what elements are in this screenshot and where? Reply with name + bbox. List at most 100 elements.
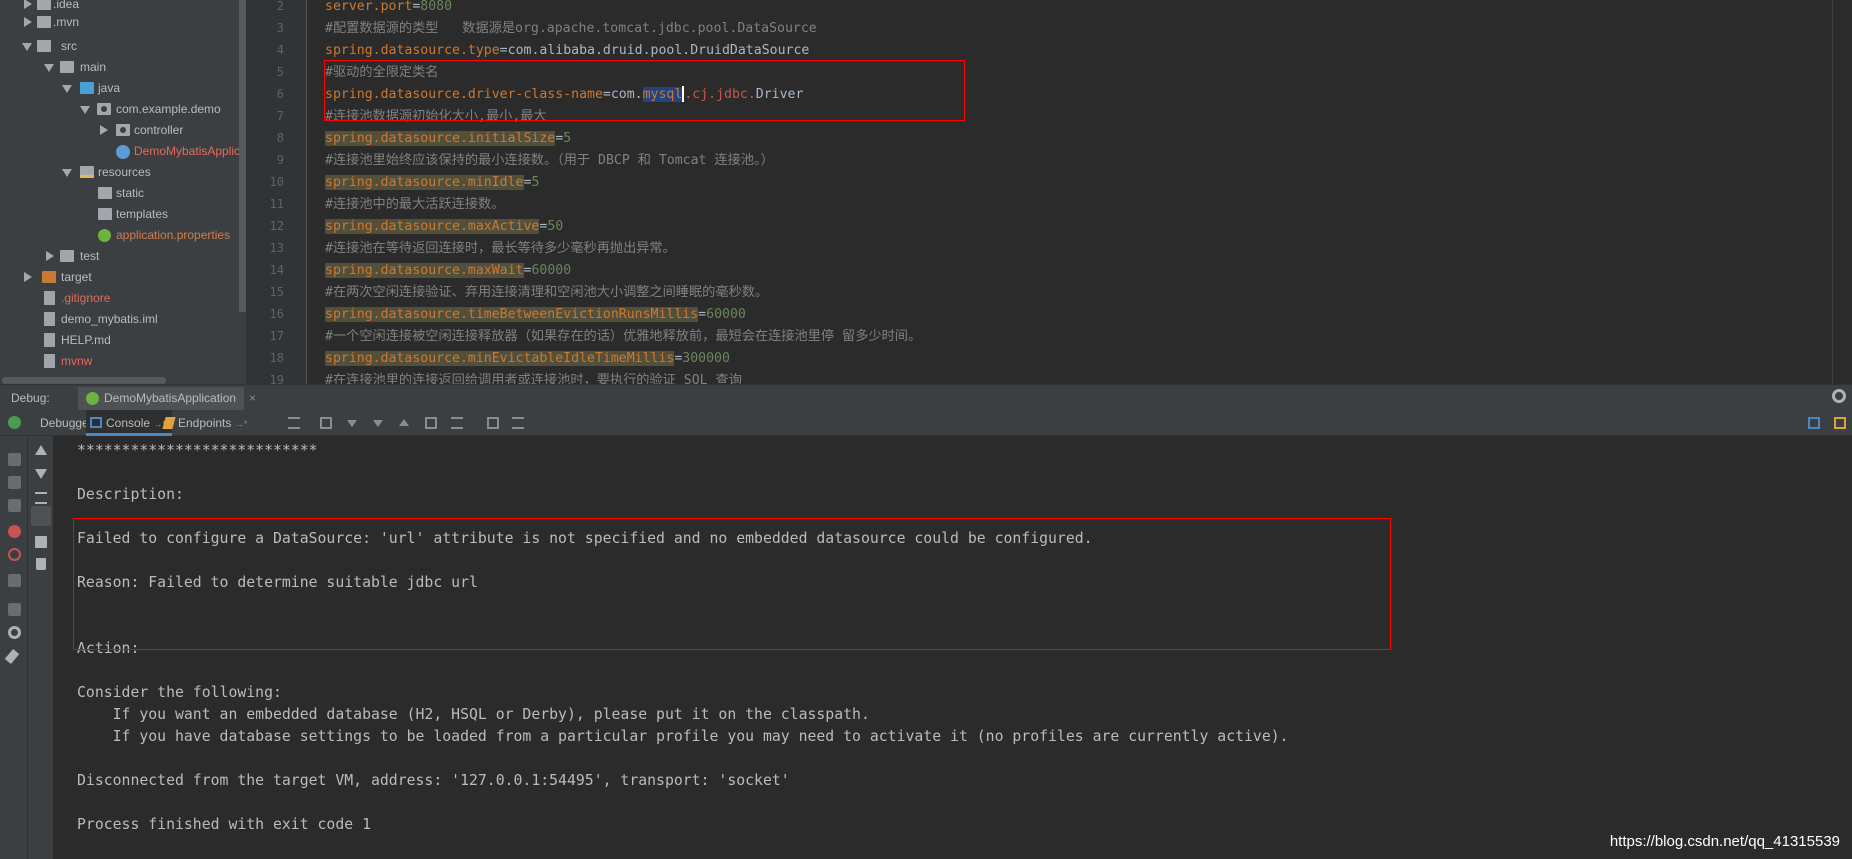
package-icon xyxy=(116,124,130,136)
tab-label: Console xyxy=(106,416,151,430)
console-action-strip xyxy=(28,436,54,859)
chevron-down-icon[interactable] xyxy=(22,43,32,51)
step-out-icon[interactable] xyxy=(399,419,409,426)
layout-icon[interactable] xyxy=(1808,417,1820,429)
chevron-down-icon[interactable] xyxy=(44,64,54,72)
view-breakpoints-icon[interactable] xyxy=(8,525,21,538)
chevron-right-icon[interactable] xyxy=(24,0,32,9)
tree-item-label: .gitignore xyxy=(61,291,111,305)
settings-gear-icon[interactable] xyxy=(8,626,21,639)
tab-console[interactable]: Console →* xyxy=(86,410,172,436)
stop-icon[interactable] xyxy=(8,499,21,512)
project-tree[interactable]: .idea .mvn src main java com.example.dem… xyxy=(0,0,246,384)
code-comment[interactable]: #配置数据源的类型 数据源是org.apache.tomcat.jdbc.poo… xyxy=(325,18,817,39)
code-editor[interactable]: server.port=8080 #配置数据源的类型 数据源是org.apach… xyxy=(307,0,1852,384)
chevron-right-icon[interactable] xyxy=(24,17,32,27)
code-line[interactable]: spring.datasource.minIdle=5 xyxy=(325,172,539,193)
code-comment[interactable]: #在连接池里的连接返回给调用者或连接池时，要执行的验证 SQL 查询 xyxy=(325,370,742,384)
tree-vertical-scrollbar[interactable] xyxy=(239,0,246,312)
property-value: 60000 xyxy=(706,307,746,322)
resume-icon[interactable] xyxy=(8,453,21,466)
code-line[interactable]: spring.datasource.minEvictableIdleTimeMi… xyxy=(325,348,730,369)
line-number: 17 xyxy=(269,329,284,343)
tree-item-label: controller xyxy=(134,123,184,137)
code-comment[interactable]: #连接池中的最大活跃连接数。 xyxy=(325,194,504,215)
property-key: spring.datasource.type xyxy=(325,43,500,58)
chevron-down-icon[interactable] xyxy=(62,85,72,93)
tree-item-java[interactable]: java xyxy=(0,78,246,99)
tree-item-target[interactable]: target xyxy=(0,267,246,288)
property-value: 5 xyxy=(563,131,572,146)
tab-endpoints[interactable]: Endpoints →* xyxy=(160,410,253,436)
trace-icon[interactable] xyxy=(512,417,524,429)
tree-item-mvnw[interactable]: mvnw xyxy=(0,351,246,372)
code-comment[interactable]: #连接池里始终应该保持的最小连接数。（用于 DBCP 和 Tomcat 连接池。… xyxy=(325,150,774,171)
tree-item-src[interactable]: src xyxy=(0,36,246,57)
code-line[interactable]: spring.datasource.timeBetweenEvictionRun… xyxy=(325,304,746,325)
tree-item-resources[interactable]: resources xyxy=(0,162,246,183)
code-comment[interactable]: #连接池在等待返回连接时，最长等待多少毫秒再抛出异常。 xyxy=(325,238,676,259)
chevron-down-icon[interactable] xyxy=(80,106,90,114)
tree-item-label: static xyxy=(116,186,145,200)
debug-bug-icon[interactable] xyxy=(8,416,21,429)
code-line[interactable]: spring.datasource.maxWait=60000 xyxy=(325,260,571,281)
chevron-right-icon[interactable] xyxy=(24,272,32,282)
tree-item-help[interactable]: HELP.md xyxy=(0,330,246,351)
mute-breakpoints-icon[interactable] xyxy=(8,548,21,561)
console-line: If you have database settings to be load… xyxy=(77,728,1289,745)
evaluate-expression-icon[interactable] xyxy=(487,417,499,429)
tree-item-mvn[interactable]: .mvn xyxy=(0,12,246,33)
property-key: spring.datasource.initialSize xyxy=(325,131,556,146)
tree-item-controller[interactable]: controller xyxy=(0,120,246,141)
code-line[interactable]: spring.datasource.type=com.alibaba.druid… xyxy=(325,40,809,61)
tree-item-main-class[interactable]: DemoMybatisApplic xyxy=(0,141,246,162)
pin-icon[interactable] xyxy=(4,648,20,665)
restore-layout-icon[interactable] xyxy=(1834,417,1846,429)
layout-settings-icon[interactable] xyxy=(8,603,21,616)
tree-item-label: DemoMybatisApplic xyxy=(134,144,241,158)
tree-item-application-properties[interactable]: application.properties xyxy=(0,225,246,246)
code-line[interactable]: server.port=8080 xyxy=(325,0,452,17)
chevron-right-icon[interactable] xyxy=(100,125,108,135)
tree-item-gitignore[interactable]: .gitignore xyxy=(0,288,246,309)
show-execution-point-icon[interactable] xyxy=(320,417,332,429)
folder-icon xyxy=(37,40,51,52)
print-icon[interactable] xyxy=(35,536,47,548)
code-comment[interactable]: #在两次空闲连接验证、弃用连接清理和空闲池大小调整之间睡眠的毫秒数。 xyxy=(325,282,768,303)
close-icon[interactable]: × xyxy=(249,387,256,409)
property-key: spring.datasource.timeBetweenEvictionRun… xyxy=(325,307,699,322)
tree-item-package[interactable]: com.example.demo xyxy=(0,99,246,120)
tree-item-static[interactable]: static xyxy=(0,183,246,204)
folder-icon xyxy=(37,0,51,10)
run-to-cursor-icon[interactable] xyxy=(451,417,463,429)
property-value: com.alibaba.druid.pool.DruidDataSource xyxy=(507,43,810,58)
annotation-box xyxy=(324,60,965,121)
step-into-icon[interactable] xyxy=(373,420,383,427)
code-comment[interactable]: #一个空闲连接被空闲连接释放器（如果存在的话）优雅地释放前，最短会在连接池里停 … xyxy=(325,326,921,347)
run-config-tab[interactable]: DemoMybatisApplication × xyxy=(78,387,256,411)
tree-item-label: .mvn xyxy=(53,15,80,29)
gear-icon[interactable] xyxy=(1832,389,1846,403)
line-number: 13 xyxy=(269,241,284,255)
down-arrow-icon[interactable] xyxy=(35,469,47,479)
up-arrow-icon[interactable] xyxy=(35,445,47,455)
chevron-down-icon[interactable] xyxy=(62,169,72,177)
chevron-right-icon[interactable] xyxy=(46,251,54,261)
right-margin-guide xyxy=(1832,0,1833,384)
trash-icon[interactable] xyxy=(36,558,46,570)
tree-item-test[interactable]: test xyxy=(0,246,246,267)
tree-item-main[interactable]: main xyxy=(0,57,246,78)
console-icon xyxy=(90,417,102,428)
tree-item-templates[interactable]: templates xyxy=(0,204,246,225)
code-line[interactable]: spring.datasource.initialSize=5 xyxy=(325,128,571,149)
soft-wrap-icon[interactable] xyxy=(35,492,47,504)
tree-horizontal-scrollbar[interactable] xyxy=(2,377,166,384)
pause-icon[interactable] xyxy=(8,476,21,489)
drop-frame-icon[interactable] xyxy=(425,417,437,429)
code-line[interactable]: spring.datasource.maxActive=50 xyxy=(325,216,563,237)
scroll-to-end-icon[interactable] xyxy=(31,506,51,526)
threads-icon[interactable] xyxy=(288,417,300,429)
step-over-icon[interactable] xyxy=(347,420,357,427)
tree-item-iml[interactable]: demo_mybatis.iml xyxy=(0,309,246,330)
camera-icon[interactable] xyxy=(8,574,21,587)
